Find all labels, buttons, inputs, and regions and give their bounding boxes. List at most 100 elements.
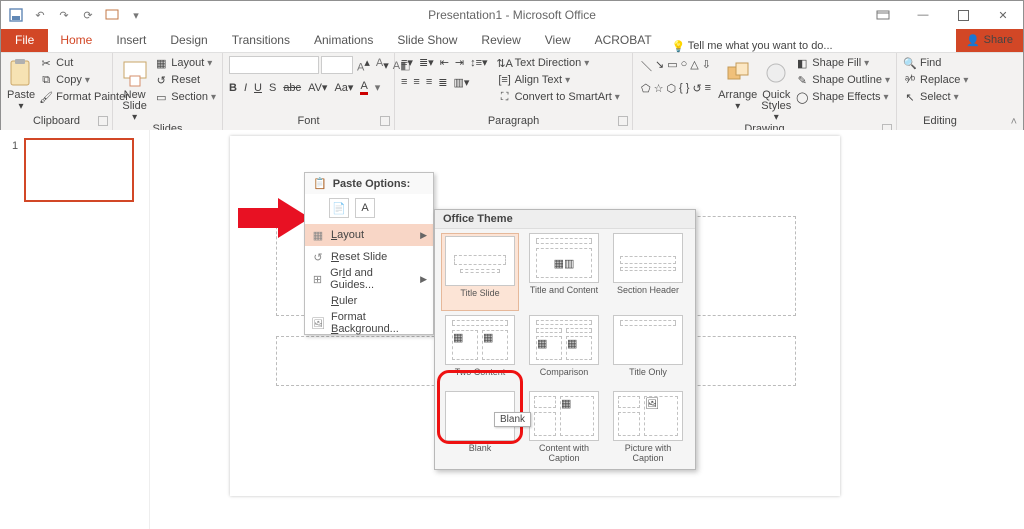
arrange-icon	[726, 56, 750, 90]
increase-indent-icon[interactable]: ⇥	[455, 56, 464, 69]
tab-slideshow[interactable]: Slide Show	[385, 28, 469, 52]
slide-panel[interactable]: 1	[0, 130, 150, 529]
layout-option-pwc[interactable]: 🖼Picture with Caption	[609, 391, 687, 463]
menu-format-background[interactable]: 🖼 Format Background...	[305, 312, 433, 334]
select-button[interactable]: ↖Select ▾	[903, 90, 968, 104]
bold-icon[interactable]: B	[229, 82, 237, 94]
numbering-icon[interactable]: ≣▾	[419, 56, 434, 69]
layout-option-shdr[interactable]: Section Header	[609, 233, 687, 311]
menu-ruler[interactable]: Ruler	[305, 290, 433, 312]
layout-option-tslide[interactable]: Title Slide	[441, 233, 519, 311]
reset-button[interactable]: ↺Reset	[154, 73, 216, 87]
align-left-icon[interactable]: ≡	[401, 76, 407, 89]
tab-animations[interactable]: Animations	[302, 28, 385, 52]
triangle-shape-icon[interactable]: △	[690, 58, 698, 79]
redo-icon[interactable]: ↷	[57, 8, 71, 22]
strike-icon[interactable]: abc	[283, 82, 301, 94]
layout-icon: ▦	[311, 228, 325, 242]
align-right-icon[interactable]: ≡	[426, 76, 432, 89]
minimize-icon[interactable]: —	[903, 1, 943, 29]
group-label-editing: Editing	[923, 115, 957, 127]
tab-acrobat[interactable]: ACROBAT	[583, 28, 664, 52]
tab-review[interactable]: Review	[469, 28, 532, 52]
ribbon-tabs: File Home Insert Design Transitions Anim…	[1, 29, 1023, 53]
shrink-font-icon[interactable]: A▾	[374, 57, 391, 72]
maximize-icon[interactable]	[943, 1, 983, 29]
layout-option-tcontent[interactable]: ▦▥Title and Content	[525, 233, 603, 311]
tab-transitions[interactable]: Transitions	[220, 28, 302, 52]
from-beginning-icon[interactable]	[105, 8, 119, 22]
share-button[interactable]: 👤Share	[956, 28, 1023, 52]
justify-icon[interactable]: ≣	[438, 76, 447, 89]
paste-button[interactable]: Paste ▾	[7, 56, 35, 112]
layout-button[interactable]: ▦Layout ▾	[154, 56, 216, 70]
paste-keep-source-icon[interactable]: 📄	[329, 198, 349, 218]
shape-fill-button[interactable]: ◧Shape Fill ▾	[795, 56, 890, 70]
tab-design[interactable]: Design	[158, 28, 219, 52]
tab-home[interactable]: Home	[48, 28, 104, 52]
shape-effects-button[interactable]: ◯Shape Effects ▾	[795, 90, 890, 104]
menu-grid-guides[interactable]: ⊞ GrId and Guides... ▶	[305, 268, 433, 290]
grow-font-icon[interactable]: A▴	[355, 56, 372, 74]
columns-icon[interactable]: ▥▾	[453, 76, 469, 89]
smartart-icon: ⛶	[498, 90, 512, 104]
shadow-icon[interactable]: S	[269, 82, 276, 94]
submenu-arrow-icon: ▶	[420, 230, 427, 241]
replace-button[interactable]: ᵃ⁄ᵇReplace ▾	[903, 73, 968, 87]
rect-shape-icon[interactable]: ▭	[667, 58, 677, 79]
shapes-gallery[interactable]: ＼ ↘ ▭ ○ △ ⇩⬠☆⬡ { }↺≡	[639, 56, 714, 102]
underline-icon[interactable]: U	[254, 82, 262, 94]
tell-me[interactable]: 💡Tell me what you want to do...	[672, 40, 833, 52]
layout-icon: ▦	[154, 56, 168, 70]
tab-insert[interactable]: Insert	[104, 28, 158, 52]
tab-file[interactable]: File	[1, 28, 48, 52]
layout-option-cmp[interactable]: ▦▦Comparison	[525, 315, 603, 387]
new-slide-button[interactable]: New Slide ▾	[119, 56, 150, 123]
arrow-shape-icon[interactable]: ↘	[655, 58, 664, 79]
bullets-icon[interactable]: ≡▾	[401, 56, 413, 69]
menu-layout[interactable]: ▦ Layout ▶	[305, 224, 433, 246]
find-button[interactable]: 🔍Find	[903, 56, 968, 70]
slide-thumbnail[interactable]: 1	[12, 138, 137, 202]
decrease-indent-icon[interactable]: ⇤	[440, 56, 449, 69]
line-shape-icon[interactable]: ＼	[641, 58, 652, 79]
shape-outline-button[interactable]: ✎Shape Outline ▾	[795, 73, 890, 87]
tab-view[interactable]: View	[533, 28, 583, 52]
oval-shape-icon[interactable]: ○	[681, 58, 688, 79]
text-direction-button[interactable]: ⇅AText Direction ▾	[498, 56, 620, 70]
close-icon[interactable]: ✕	[983, 1, 1023, 29]
align-center-icon[interactable]: ≡	[413, 76, 419, 89]
clipboard-icon	[8, 56, 34, 90]
align-text-button[interactable]: [≡]Align Text ▾	[498, 73, 620, 87]
font-size-combo[interactable]	[321, 56, 353, 74]
touch-toggle-icon[interactable]: ▾	[129, 8, 143, 22]
layout-option-blank[interactable]: Blank	[441, 391, 519, 463]
paste-text-icon[interactable]: A	[355, 198, 375, 218]
layout-option-cwc[interactable]: ▦Content with Caption	[525, 391, 603, 463]
arrange-button[interactable]: Arrange ▾	[718, 56, 757, 112]
dialog-launcher-icon[interactable]	[98, 116, 108, 126]
undo-icon[interactable]: ↶	[33, 8, 47, 22]
group-editing: 🔍Find ᵃ⁄ᵇReplace ▾ ↖Select ▾ Editing	[897, 53, 983, 130]
group-slides: New Slide ▾ ▦Layout ▾ ↺Reset ▭Section ▾ …	[113, 53, 223, 130]
line-spacing-icon[interactable]: ↕≡▾	[470, 56, 487, 69]
ribbon-options-icon[interactable]	[863, 1, 903, 29]
spacing-icon[interactable]: AV▾	[308, 81, 327, 94]
layout-option-tonly[interactable]: Title Only	[609, 315, 687, 387]
dialog-launcher-icon[interactable]	[618, 116, 628, 126]
save-icon[interactable]	[9, 8, 23, 22]
repeat-icon[interactable]: ⟳	[81, 8, 95, 22]
menu-reset-slide[interactable]: ↺ Reset Slide	[305, 246, 433, 268]
font-color-icon[interactable]: A	[360, 80, 367, 95]
smartart-button[interactable]: ⛶Convert to SmartArt ▾	[498, 90, 620, 104]
collapse-ribbon-icon[interactable]: ˄	[1011, 116, 1017, 128]
new-slide-label: New Slide	[122, 89, 146, 112]
font-name-combo[interactable]	[229, 56, 319, 74]
clipboard-icon: 📋	[313, 177, 327, 190]
italic-icon[interactable]: I	[244, 82, 247, 94]
layout-option-two[interactable]: ▦▦Two Content	[441, 315, 519, 387]
section-button[interactable]: ▭Section ▾	[154, 90, 216, 104]
case-icon[interactable]: Aa▾	[334, 81, 353, 94]
dialog-launcher-icon[interactable]	[380, 116, 390, 126]
quick-styles-button[interactable]: Quick Styles ▾	[761, 56, 791, 123]
